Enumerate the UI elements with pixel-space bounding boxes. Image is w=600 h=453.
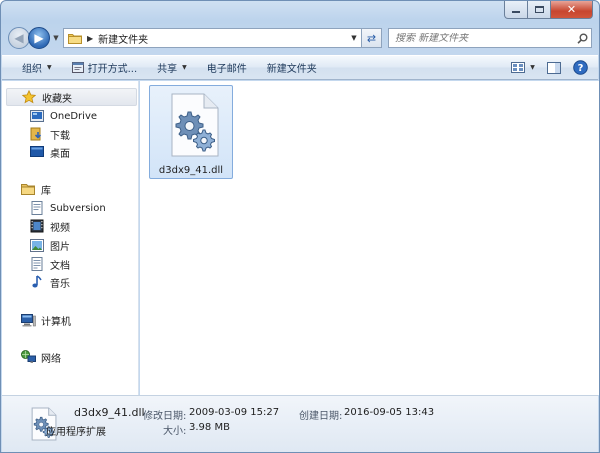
maximize-button[interactable]: [528, 1, 551, 19]
chevron-down-icon: ▼: [47, 64, 52, 71]
onedrive-icon: [29, 109, 45, 123]
preview-pane-button[interactable]: [544, 59, 564, 77]
modified-label: 修改日期:: [143, 411, 187, 422]
nav-music[interactable]: 音乐: [29, 273, 70, 291]
created-label: 创建日期:: [299, 411, 343, 422]
nav-item-label: 音乐: [50, 278, 70, 290]
back-button[interactable]: ◀: [8, 27, 30, 49]
size-label: 大小:: [163, 426, 187, 437]
help-icon: ?: [572, 60, 588, 75]
nav-favorites-label: 收藏夹: [42, 93, 72, 105]
minimize-icon: [512, 11, 520, 13]
nav-network-label: 网络: [41, 353, 61, 365]
nav-item-label: 下载: [50, 130, 70, 142]
nav-libraries[interactable]: 库: [6, 180, 137, 198]
network-icon: [20, 350, 36, 364]
nav-item-label: 桌面: [50, 148, 70, 160]
dll-file-icon: [164, 92, 222, 161]
chevron-down-icon: ▼: [182, 64, 187, 71]
size-value: 3.98 MB: [189, 422, 230, 433]
breadcrumb-current[interactable]: 新建文件夹: [98, 31, 347, 46]
open-with-button[interactable]: 打开方式...: [62, 57, 148, 79]
svg-text:?: ?: [577, 63, 583, 74]
nav-network[interactable]: 网络: [6, 348, 137, 366]
explorer-window: ✕ ◀ ▶ ▼ ▶ 新建文件夹 ▼ ⇄ 组织 ▼ 打开方式...: [0, 0, 600, 453]
email-button[interactable]: 电子邮件: [197, 57, 257, 79]
refresh-button[interactable]: ⇄: [362, 28, 382, 48]
desktop-icon: [29, 145, 45, 159]
details-file-name: d3dx9_41.dll: [74, 406, 145, 419]
chevron-down-icon: ▼: [530, 64, 535, 71]
details-pane: d3dx9_41.dll 应用程序扩展 修改日期: 2009-03-09 15:…: [2, 395, 598, 452]
address-row: ◀ ▶ ▼ ▶ 新建文件夹 ▼ ⇄: [8, 26, 592, 50]
folder-icon: [68, 33, 82, 44]
music-note-icon: [29, 275, 45, 289]
navigation-pane: 收藏夹 OneDrive 下载 桌面 库 Subversion 视频 图片 文档…: [2, 81, 139, 395]
view-controls: ▼ ?: [508, 59, 598, 77]
file-list: d3dx9_41.dll: [140, 81, 599, 395]
videos-icon: [29, 219, 45, 233]
view-options-button[interactable]: ▼: [508, 59, 538, 77]
nav-libraries-label: 库: [41, 185, 51, 197]
file-name: d3dx9_41.dll: [158, 165, 224, 176]
close-button[interactable]: ✕: [551, 1, 593, 19]
address-bar[interactable]: ▶ 新建文件夹 ▼: [63, 28, 362, 48]
computer-icon: [20, 313, 36, 327]
nav-videos[interactable]: 视频: [29, 217, 70, 235]
nav-favorites[interactable]: 收藏夹: [6, 88, 137, 106]
help-button[interactable]: ?: [570, 59, 590, 77]
nav-onedrive[interactable]: OneDrive: [29, 107, 97, 125]
minimize-button[interactable]: [504, 1, 528, 19]
nav-computer[interactable]: 计算机: [6, 311, 137, 329]
nav-item-label: 图片: [50, 241, 70, 253]
modified-value: 2009-03-09 15:27: [189, 407, 280, 418]
share-label: 共享: [157, 64, 178, 75]
details-file-type: 应用程序扩展: [46, 427, 106, 438]
organize-menu[interactable]: 组织 ▼: [12, 57, 62, 79]
close-icon: ✕: [566, 3, 577, 16]
search-box[interactable]: [388, 28, 592, 48]
new-folder-label: 新建文件夹: [266, 64, 317, 75]
nav-desktop[interactable]: 桌面: [29, 143, 70, 161]
pictures-icon: [29, 238, 45, 252]
refresh-icon: ⇄: [366, 31, 377, 45]
command-bar: 组织 ▼ 打开方式... 共享 ▼ 电子邮件 新建文件夹 ▼ ?: [2, 55, 598, 80]
downloads-folder-icon: [29, 127, 45, 141]
nav-item-label: 视频: [50, 222, 70, 234]
maximize-icon: [534, 6, 544, 13]
nav-pictures[interactable]: 图片: [29, 236, 70, 254]
file-item[interactable]: d3dx9_41.dll: [149, 85, 233, 179]
created-value: 2016-09-05 13:43: [344, 407, 435, 418]
share-menu[interactable]: 共享 ▼: [147, 57, 197, 79]
nav-item-label: OneDrive: [50, 110, 98, 122]
caption-buttons: ✕: [504, 1, 593, 19]
recent-pages-dropdown[interactable]: ▼: [51, 34, 61, 42]
library-icon: [20, 182, 36, 196]
forward-button[interactable]: ▶: [28, 27, 50, 49]
address-dropdown-icon[interactable]: ▼: [347, 34, 361, 42]
new-folder-button[interactable]: 新建文件夹: [257, 57, 327, 79]
nav-computer-label: 计算机: [41, 316, 71, 328]
documents-icon: [29, 257, 45, 271]
organize-label: 组织: [22, 64, 42, 75]
search-input[interactable]: [395, 32, 573, 44]
nav-item-label: Subversion: [50, 202, 106, 214]
subversion-library-icon: [29, 201, 45, 215]
open-with-label: 打开方式...: [87, 64, 138, 75]
nav-downloads[interactable]: 下载: [29, 125, 70, 143]
nav-documents[interactable]: 文档: [29, 255, 70, 273]
back-arrow-icon: ◀: [14, 31, 24, 45]
star-icon: [21, 90, 37, 104]
search-icon[interactable]: [573, 33, 591, 44]
email-label: 电子邮件: [206, 64, 247, 75]
nav-subversion[interactable]: Subversion: [29, 199, 106, 217]
breadcrumb-separator-icon[interactable]: ▶: [87, 34, 93, 43]
nav-item-label: 文档: [50, 260, 70, 272]
open-with-icon: [71, 62, 84, 73]
forward-arrow-icon: ▶: [34, 31, 44, 45]
